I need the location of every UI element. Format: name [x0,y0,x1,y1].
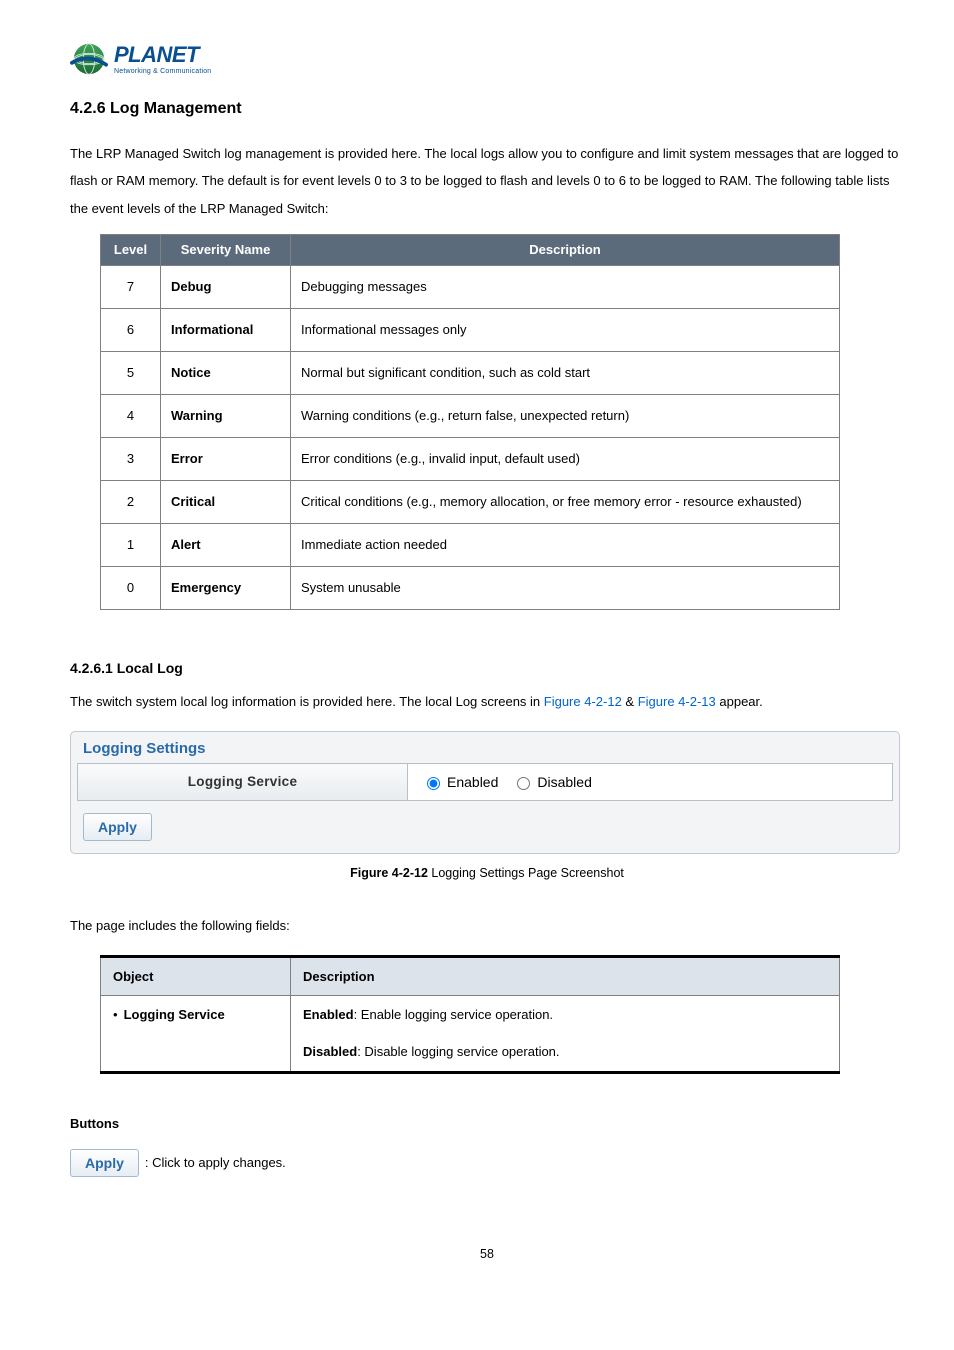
table-row: 0 Emergency System unusable [101,567,840,610]
table-row: 2 Critical Critical conditions (e.g., me… [101,481,840,524]
fields-intro: The page includes the following fields: [70,916,904,937]
cell-object-text: Logging Service [124,1007,225,1022]
logo-word: PLANET [114,44,211,66]
cell-desc: System unusable [291,567,840,610]
cell-level: 0 [101,567,161,610]
table-header-row: Object Description [101,956,840,995]
radio-disabled[interactable] [517,777,530,790]
radio-disabled-label: Disabled [537,774,591,790]
cell-desc: Warning conditions (e.g., return false, … [291,395,840,438]
cell-desc: Error conditions (e.g., invalid input, d… [291,438,840,481]
th-name: Severity Name [161,234,291,265]
table-row: • Logging Service Enabled: Enable logging… [101,996,840,1034]
th-level: Level [101,234,161,265]
cell-name: Notice [161,352,291,395]
section-heading: 4.2.6 Log Management [70,100,904,118]
table-row: 7 Debug Debugging messages [101,266,840,309]
logging-settings-panel: Logging Settings Logging Service Enabled… [70,731,900,854]
panel-row-logging-service: Logging Service Enabled Disabled [77,763,893,801]
buttons-heading: Buttons [70,1116,904,1131]
figure-caption-bold: Figure 4-2-12 [350,866,428,880]
figure-caption: Figure 4-2-12 Logging Settings Page Scre… [70,866,904,880]
th-object: Object [101,956,291,995]
table-row: 3 Error Error conditions (e.g., invalid … [101,438,840,481]
cell-level: 5 [101,352,161,395]
severity-table: Level Severity Name Description 7 Debug … [100,234,840,610]
cell-level: 2 [101,481,161,524]
th-desc: Description [291,234,840,265]
table-row: 6 Informational Informational messages o… [101,309,840,352]
cell-name: Alert [161,524,291,567]
disabled-rest: : Disable logging service operation. [357,1044,559,1059]
cell-name: Debug [161,266,291,309]
intro-pre: The switch system local log information … [70,694,544,709]
figure-link-2[interactable]: Figure 4-2-13 [638,694,716,709]
figure-caption-rest: Logging Settings Page Screenshot [428,866,624,880]
table-header-row: Level Severity Name Description [101,234,840,265]
cell-desc: Immediate action needed [291,524,840,567]
logo-tagline: Networking & Communication [114,68,211,75]
cell-name: Warning [161,395,291,438]
table-row: 1 Alert Immediate action needed [101,524,840,567]
section-intro: The LRP Managed Switch log management is… [70,140,904,222]
intro-amp: & [622,694,638,709]
cell-desc: Informational messages only [291,309,840,352]
disabled-bold: Disabled [303,1044,357,1059]
figure-link-1[interactable]: Figure 4-2-12 [544,694,622,709]
panel-row-label: Logging Service [78,764,408,800]
subsection-intro: The switch system local log information … [70,692,904,713]
globe-icon [70,40,108,78]
cell-name: Critical [161,481,291,524]
panel-title: Logging Settings [77,736,893,763]
cell-name: Error [161,438,291,481]
cell-desc-disabled: Disabled: Disable logging service operat… [291,1033,840,1072]
page-number: 58 [70,1247,904,1261]
radio-enabled-label: Enabled [447,774,498,790]
radio-enabled[interactable] [427,777,440,790]
enabled-rest: : Enable logging service operation. [354,1007,553,1022]
cell-desc: Critical conditions (e.g., memory alloca… [291,481,840,524]
intro-post: appear. [716,694,763,709]
buttons-apply-row: Apply : Click to apply changes. [70,1149,904,1177]
panel-row-value: Enabled Disabled [408,764,892,800]
cell-level: 6 [101,309,161,352]
cell-name: Emergency [161,567,291,610]
bullet-icon: • [113,1007,118,1022]
object-description-table: Object Description • Logging Service Enab… [100,955,840,1074]
cell-desc: Normal but significant condition, such a… [291,352,840,395]
apply-button-desc: : Click to apply changes. [145,1155,286,1170]
cell-name: Informational [161,309,291,352]
apply-button-inline[interactable]: Apply [70,1149,139,1177]
cell-level: 1 [101,524,161,567]
subsection-heading: 4.2.6.1 Local Log [70,660,904,676]
table-row: 4 Warning Warning conditions (e.g., retu… [101,395,840,438]
th-desc: Description [291,956,840,995]
cell-level: 4 [101,395,161,438]
cell-desc: Debugging messages [291,266,840,309]
table-row: 5 Notice Normal but significant conditio… [101,352,840,395]
brand-logo: PLANET Networking & Communication [70,40,904,78]
apply-button[interactable]: Apply [83,813,152,841]
cell-level: 3 [101,438,161,481]
cell-desc-enabled: Enabled: Enable logging service operatio… [291,996,840,1034]
cell-level: 7 [101,266,161,309]
enabled-bold: Enabled [303,1007,354,1022]
cell-object: • Logging Service [101,996,291,1073]
